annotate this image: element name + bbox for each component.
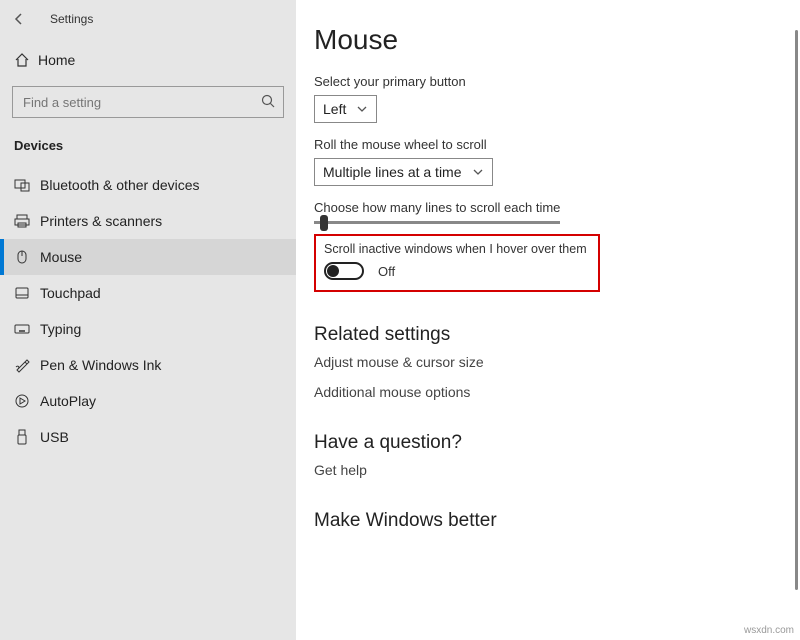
sidebar-item-label: Typing (40, 321, 81, 337)
nav-list: Bluetooth & other devices Printers & scan… (0, 167, 296, 455)
printer-icon (14, 213, 40, 229)
sidebar-item-label: Mouse (40, 249, 82, 265)
sidebar-item-label: Touchpad (40, 285, 101, 301)
toggle-state: Off (378, 264, 395, 279)
back-button[interactable] (10, 12, 28, 26)
chevron-down-icon (472, 166, 484, 178)
sidebar-item-label: AutoPlay (40, 393, 96, 409)
sidebar: Settings Home Devices Bluetooth & other … (0, 0, 296, 640)
primary-button-value: Left (323, 101, 346, 117)
mouse-icon (14, 249, 40, 265)
home-label: Home (38, 52, 75, 68)
slider-track (314, 221, 560, 224)
related-heading: Related settings (314, 324, 776, 346)
sidebar-item-keyboard[interactable]: Typing (0, 311, 296, 347)
link-get-help[interactable]: Get help (314, 462, 776, 478)
group-title: Devices (0, 132, 296, 167)
lines-label: Choose how many lines to scroll each tim… (314, 200, 776, 215)
sidebar-item-autoplay[interactable]: AutoPlay (0, 383, 296, 419)
home-nav[interactable]: Home (0, 44, 296, 76)
sidebar-item-touchpad[interactable]: Touchpad (0, 275, 296, 311)
sidebar-item-bluetooth-devices[interactable]: Bluetooth & other devices (0, 167, 296, 203)
lines-slider[interactable] (314, 221, 560, 224)
sidebar-item-label: Printers & scanners (40, 213, 162, 229)
sidebar-item-mouse[interactable]: Mouse (0, 239, 296, 275)
question-heading: Have a question? (314, 432, 776, 454)
inactive-scroll-label: Scroll inactive windows when I hover ove… (324, 242, 590, 256)
pen-icon (14, 357, 40, 373)
search-container (12, 86, 284, 118)
sidebar-item-pen[interactable]: Pen & Windows Ink (0, 347, 296, 383)
wheel-scroll-value: Multiple lines at a time (323, 164, 462, 180)
search-input[interactable] (12, 86, 284, 118)
toggle-knob (327, 265, 339, 277)
chevron-down-icon (356, 103, 368, 115)
inactive-scroll-toggle[interactable] (324, 262, 364, 280)
sidebar-item-label: Pen & Windows Ink (40, 357, 161, 373)
touchpad-icon (14, 285, 40, 301)
scrollbar[interactable] (795, 30, 798, 590)
titlebar: Settings (0, 6, 296, 40)
link-adjust-cursor[interactable]: Adjust mouse & cursor size (314, 354, 776, 370)
link-additional-mouse[interactable]: Additional mouse options (314, 384, 776, 400)
wheel-scroll-select[interactable]: Multiple lines at a time (314, 158, 493, 186)
slider-thumb[interactable] (320, 215, 328, 231)
wheel-scroll-label: Roll the mouse wheel to scroll (314, 137, 776, 152)
usb-icon (14, 429, 40, 445)
keyboard-icon (14, 321, 40, 337)
make-better-heading: Make Windows better (314, 510, 776, 532)
window-title: Settings (50, 12, 93, 26)
sidebar-item-label: USB (40, 429, 69, 445)
primary-button-select[interactable]: Left (314, 95, 377, 123)
search-icon[interactable] (260, 93, 276, 109)
sidebar-item-label: Bluetooth & other devices (40, 177, 200, 193)
home-icon (14, 52, 38, 68)
sidebar-item-usb[interactable]: USB (0, 419, 296, 455)
sidebar-item-printer[interactable]: Printers & scanners (0, 203, 296, 239)
bluetooth-devices-icon (14, 177, 40, 193)
watermark: wsxdn.com (744, 625, 794, 636)
autoplay-icon (14, 393, 40, 409)
main-content: Mouse Select your primary button Left Ro… (296, 0, 800, 640)
highlight-box: Scroll inactive windows when I hover ove… (314, 234, 600, 292)
primary-button-label: Select your primary button (314, 74, 776, 89)
page-title: Mouse (314, 24, 776, 56)
inactive-scroll-toggle-row: Off (324, 262, 590, 280)
